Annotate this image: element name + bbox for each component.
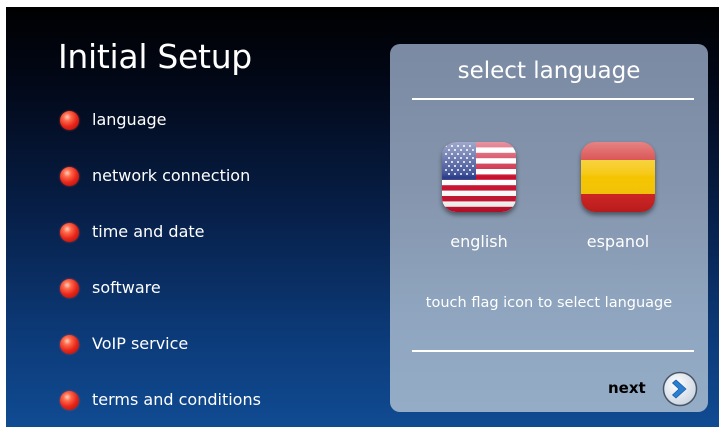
page-title: Initial Setup <box>58 37 252 76</box>
step-label: language <box>92 110 167 129</box>
us-flag-icon <box>442 142 516 212</box>
step-label: software <box>92 278 161 297</box>
next-label[interactable]: next <box>608 379 646 397</box>
step-label: network connection <box>92 166 251 185</box>
panel-title: select language <box>457 58 641 84</box>
setup-screen: Initial Setup language network connectio… <box>6 7 719 427</box>
divider <box>412 98 694 100</box>
english-label[interactable]: english <box>429 232 529 251</box>
step-bullet-icon <box>60 167 79 186</box>
next-arrow-icon[interactable] <box>662 371 698 407</box>
step-label: time and date <box>92 222 205 241</box>
spanish-label[interactable]: espanol <box>568 232 668 251</box>
spanish-flag-button[interactable] <box>581 142 655 212</box>
step-label: terms and conditions <box>92 390 261 409</box>
spain-flag-icon <box>581 142 655 212</box>
step-bullet-icon <box>60 335 79 354</box>
next-control[interactable]: next <box>608 371 702 407</box>
step-bullet-icon <box>60 223 79 242</box>
step-label: VoIP service <box>92 334 189 353</box>
language-panel: select language english espanol touch fl… <box>390 44 708 412</box>
step-bullet-icon <box>60 279 79 298</box>
step-bullet-icon <box>60 391 79 410</box>
step-bullet-icon <box>60 111 79 130</box>
divider <box>412 350 694 352</box>
instruction-text: touch flag icon to select language <box>425 295 673 311</box>
english-flag-button[interactable] <box>442 142 516 212</box>
